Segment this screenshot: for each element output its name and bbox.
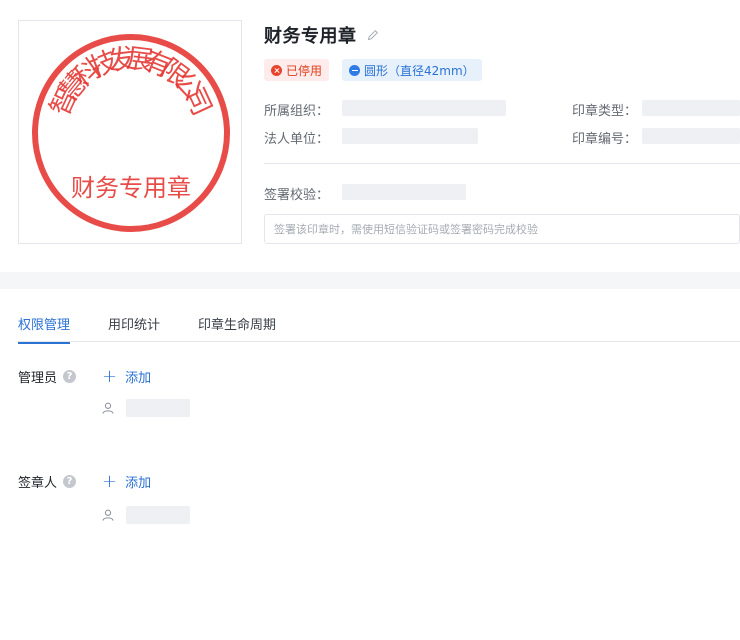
question-circle-icon[interactable]: ? (63, 475, 77, 488)
section-separator (0, 272, 740, 289)
title-row: 财务专用章 (264, 22, 380, 48)
signers-section-label: 签章人 ? (18, 472, 77, 491)
user-icon (102, 509, 114, 521)
admins-section-label: 管理员 ? (18, 367, 77, 386)
user-icon (102, 402, 114, 414)
admins-label: 管理员 (18, 371, 58, 386)
plus-icon: + (102, 365, 118, 387)
seal-type-label: 印章类型： (572, 104, 638, 119)
shape-badge: 圆形（直径42mm） (342, 59, 482, 81)
seal-arc-text: 智慧科技发展有限公司 (45, 43, 218, 120)
add-signer-button[interactable]: + 添加 (102, 472, 151, 491)
status-badge-label: 已停用 (286, 63, 323, 78)
hint-text: 签署该印章时，需使用短信验证码或签署密码完成校验 (274, 223, 538, 236)
shape-badge-label: 圆形（直径42mm） (364, 63, 475, 78)
admin-user-row (102, 399, 190, 417)
tag-group: 已停用 圆形（直径42mm） (264, 59, 495, 81)
add-signer-label: 添加 (125, 476, 152, 491)
sign-check-hint: 签署该印章时，需使用短信验证码或签署密码完成校验 (264, 214, 740, 244)
tab-usage-stats[interactable]: 用印统计 (108, 314, 160, 344)
tab-permissions[interactable]: 权限管理 (18, 314, 71, 344)
seal-image: 智慧科技发展有限公司 财务专用章 (32, 34, 230, 232)
page-title: 财务专用章 (264, 26, 357, 47)
info-divider (264, 163, 740, 164)
signer-user-name (126, 506, 190, 524)
tab-bar-underline (18, 341, 740, 342)
seal-type-value (642, 100, 740, 116)
tab-bar: 权限管理 用印统计 印章生命周期 (18, 314, 314, 344)
plus-icon: + (102, 470, 118, 492)
pencil-icon[interactable] (366, 28, 380, 42)
signers-label: 签章人 (18, 476, 58, 491)
minus-circle-icon (349, 64, 361, 76)
org-value (342, 100, 506, 116)
close-circle-icon (271, 64, 282, 76)
admin-user-name (126, 399, 190, 417)
question-circle-icon[interactable]: ? (63, 370, 77, 383)
sign-check-value (342, 184, 466, 200)
seal-bottom-text: 财务专用章 (71, 175, 191, 202)
status-badge: 已停用 (264, 59, 330, 81)
org-label: 所属组织： (264, 104, 330, 119)
seal-number-value (642, 128, 740, 144)
tab-lifecycle[interactable]: 印章生命周期 (198, 314, 276, 344)
seal-preview: 智慧科技发展有限公司 财务专用章 (18, 20, 242, 244)
signer-user-row (102, 506, 190, 524)
add-admin-button[interactable]: + 添加 (102, 367, 151, 386)
legal-entity-value (342, 128, 478, 144)
legal-entity-label: 法人单位： (264, 132, 330, 147)
sign-check-label: 签署校验： (264, 188, 330, 203)
add-admin-label: 添加 (125, 371, 152, 386)
seal-number-label: 印章编号： (572, 132, 638, 147)
